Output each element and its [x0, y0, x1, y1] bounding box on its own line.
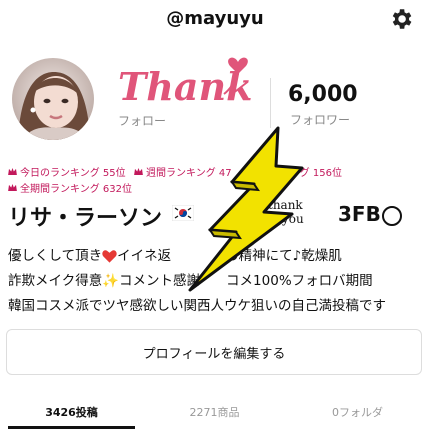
ranking-today-label: 今日のランキング 55位	[20, 168, 126, 179]
bio-text: 詐欺メイク得意	[8, 273, 103, 289]
profile-username: @mayuyu	[166, 8, 264, 29]
crown-icon	[134, 168, 143, 175]
crown-icon	[8, 168, 17, 175]
tab-folders[interactable]: 0フォルダ	[286, 404, 429, 420]
tab-items[interactable]: 2271商品	[143, 404, 286, 420]
circle-mark	[382, 206, 402, 226]
bio-text: イイネ返	[117, 248, 172, 264]
tab-posts[interactable]: 3426投稿	[0, 404, 143, 420]
display-name-suffix: 3FB	[338, 202, 381, 226]
tab-active-indicator	[8, 426, 135, 429]
sparkle-icon: ✨	[102, 273, 120, 289]
ranking-all-time[interactable]: 全期間ランキング 632位	[8, 180, 132, 195]
heart-icon	[102, 250, 117, 263]
crown-icon	[8, 184, 17, 191]
ranking-today[interactable]: 今日のランキング 55位	[8, 164, 126, 179]
display-name: リサ・ラーソン	[8, 206, 163, 231]
bio-text: 優しくして頂き	[8, 248, 103, 264]
follow-label[interactable]: フォロー	[118, 112, 166, 129]
ranking-all-time-label: 全期間ランキング 632位	[20, 184, 132, 195]
gear-icon[interactable]	[388, 6, 414, 32]
edit-profile-button[interactable]: プロフィールを編集する	[6, 329, 422, 375]
avatar[interactable]	[12, 58, 94, 140]
followers-count[interactable]: 6,000	[288, 82, 358, 107]
edit-profile-label: プロフィールを編集する	[142, 346, 286, 362]
lightning-sticker	[188, 126, 304, 292]
